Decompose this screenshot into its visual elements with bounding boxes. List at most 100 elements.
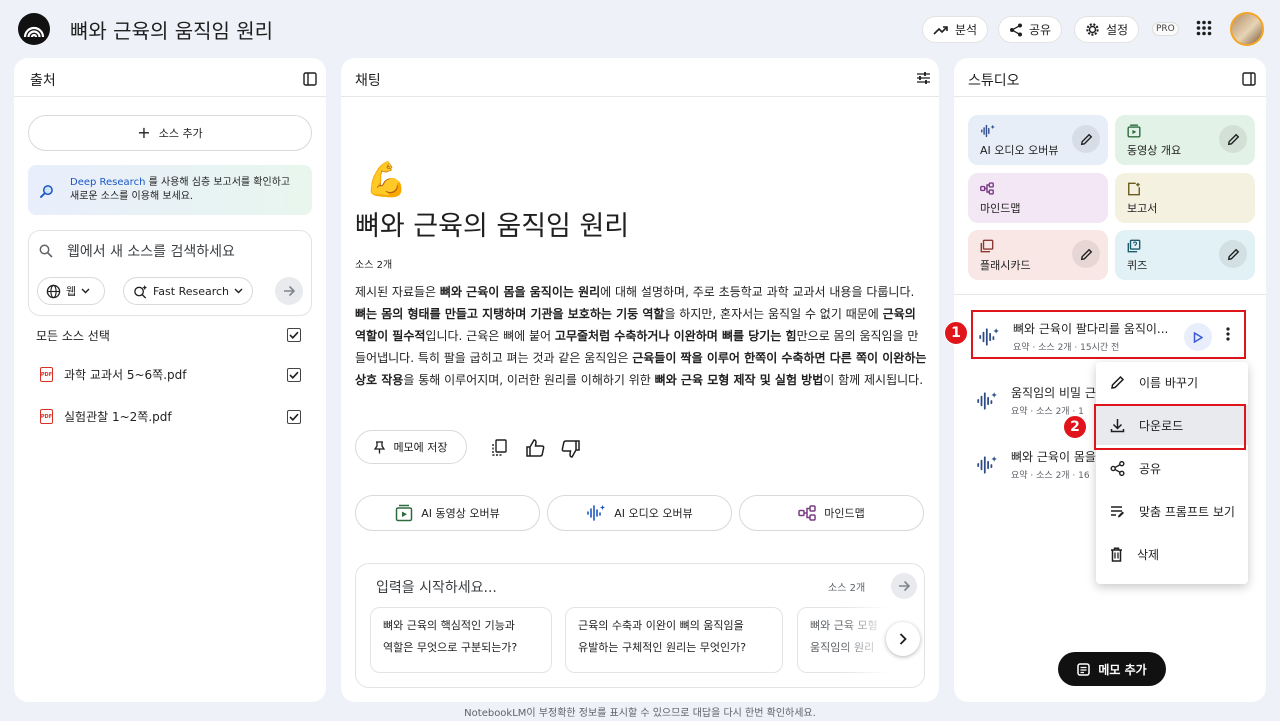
collapse-panel-icon[interactable] — [303, 72, 317, 86]
share-button[interactable]: 공유 — [998, 16, 1063, 43]
tune-icon[interactable] — [916, 71, 931, 85]
menu-item-delete[interactable]: 삭제 — [1096, 534, 1248, 574]
suggestion-chip[interactable]: 뼈와 근육의 핵심적인 기능과 역할은 무엇으로 구분되는가? — [370, 607, 552, 673]
apps-grid-icon[interactable] — [1196, 20, 1212, 36]
audio-waveform-icon — [587, 505, 606, 521]
sources-panel: 출처 + 소스 추가 Deep Research 를 사용해 심층 보고서를 확… — [14, 58, 326, 702]
play-button[interactable] — [1184, 323, 1212, 351]
add-source-button[interactable]: + 소스 추가 — [28, 115, 312, 151]
edit-button[interactable] — [1072, 125, 1100, 153]
more-vert-icon[interactable] — [1226, 327, 1230, 341]
share-icon — [1010, 23, 1022, 36]
quiz-icon — [1127, 239, 1141, 253]
pencil-icon — [1080, 133, 1092, 145]
web-search-box: 웹에서 새 소스를 검색하세요 웹 Fast Research — [28, 230, 312, 316]
note-title: 뼈와 근육이 몸을 — [1011, 450, 1096, 464]
suggestion-line: 뼈와 근육의 핵심적인 기능과 — [383, 619, 515, 632]
summary-text: 을 통해 이루어지며, 이러한 원리를 이해하기 위한 — [403, 373, 655, 387]
menu-item-view-prompt[interactable]: 맞춤 프롬프트 보기 — [1096, 491, 1248, 531]
edit-button[interactable] — [1219, 240, 1247, 268]
chip-audio-overview[interactable]: AI 오디오 오버뷰 — [547, 495, 732, 531]
settings-button[interactable]: 설정 — [1074, 16, 1140, 43]
studio-tile-mindmap[interactable]: 마인드맵 — [968, 173, 1108, 223]
select-all-label: 모든 소스 선택 — [36, 329, 110, 343]
add-note-button[interactable]: 메모 추가 — [1058, 652, 1166, 686]
chevron-down-icon — [81, 288, 90, 294]
studio-tile-report[interactable]: 보고서 — [1115, 173, 1255, 223]
suggestions-next-button[interactable] — [886, 622, 920, 656]
summary-text: 에 대해 설명하며, 주로 초등학교 과학 교과서 내용을 다룹니다. — [600, 285, 915, 299]
summary-bold-text: 뼈와 근육이 몸을 움직이는 원리 — [439, 285, 601, 299]
source-row[interactable]: PDF 실험관찰 1~2쪽.pdf — [28, 402, 318, 432]
chat-input[interactable]: 입력을 시작하세요... — [376, 577, 497, 597]
chevron-right-icon — [899, 633, 907, 645]
edit-button[interactable] — [1072, 240, 1100, 268]
notebook-title[interactable]: 뼈와 근육의 움직임 원리 — [70, 15, 273, 44]
arrow-right-icon — [283, 285, 295, 297]
note-row[interactable]: 뼈와 근육이 몸을 요약 · 소스 2개 · 16 — [971, 440, 1101, 489]
chip-video-overview[interactable]: AI 동영상 오버뷰 — [355, 495, 540, 531]
prompt-icon — [1111, 505, 1124, 517]
analyze-button[interactable]: 분석 — [922, 16, 989, 43]
fast-research-dropdown[interactable]: Fast Research — [123, 277, 253, 305]
suggestion-line: 근육의 수축과 이완이 뼈의 움직임을 — [578, 619, 744, 632]
studio-tile-video[interactable]: 동영상 개요 — [1115, 115, 1255, 165]
source-checkbox[interactable] — [287, 410, 301, 424]
pdf-icon: PDF — [40, 409, 53, 424]
composer-source-count: 소스 2개 — [828, 583, 866, 594]
tile-label: 퀴즈 — [1127, 259, 1148, 272]
suggestion-chip[interactable]: 근육의 수축과 이완이 뼈의 움직임을 유발하는 구체적인 원리는 무엇인가? — [565, 607, 783, 673]
pencil-icon — [1080, 248, 1092, 260]
web-label: 웹 — [66, 285, 77, 298]
menu-item-rename[interactable]: 이름 바꾸기 — [1096, 362, 1248, 402]
flexed-bicep-emoji: 💪 — [365, 160, 408, 200]
source-checkbox[interactable] — [287, 368, 301, 382]
note-add-icon — [1077, 662, 1091, 676]
annotation-badge-1: 1 — [944, 321, 968, 345]
chat-title: 채팅 — [355, 73, 381, 89]
thumbs-up-icon[interactable] — [526, 439, 545, 457]
edit-button[interactable] — [1219, 125, 1247, 153]
pencil-icon — [1227, 133, 1239, 145]
web-dropdown[interactable]: 웹 — [37, 277, 105, 305]
web-search-input[interactable]: 웹에서 새 소스를 검색하세요 — [67, 241, 235, 261]
add-source-label: 소스 추가 — [158, 127, 203, 140]
pin-icon — [374, 440, 386, 453]
send-button[interactable] — [891, 573, 917, 599]
note-row-selected[interactable]: 뼈와 근육이 팔다리를 움직이... 요약 · 소스 2개 · 15시간 전 — [971, 310, 1246, 359]
source-count: 소스 2개 — [355, 260, 393, 271]
summary-bold-text: 뼈는 몸의 형태를 만들고 지탱하며 기관을 보호하는 기둥 역할 — [355, 307, 665, 321]
share-icon — [1110, 460, 1125, 476]
avatar[interactable] — [1230, 12, 1264, 46]
copy-icon[interactable] — [491, 439, 508, 457]
analyze-label: 분석 — [955, 23, 978, 37]
settings-label: 설정 — [1106, 23, 1129, 37]
collapse-panel-icon[interactable] — [1242, 72, 1256, 86]
tile-label: 마인드맵 — [980, 202, 1021, 215]
chip-mind-map[interactable]: 마인드맵 — [739, 495, 924, 531]
deep-research-link[interactable]: Deep Research — [70, 177, 145, 188]
studio-tile-flashcard[interactable]: 플래시카드 — [968, 230, 1108, 280]
magnifier-icon — [39, 185, 53, 199]
thumbs-down-icon[interactable] — [561, 440, 580, 458]
notebooklm-logo[interactable] — [18, 13, 50, 45]
menu-item-share[interactable]: 공유 — [1096, 448, 1248, 488]
globe-icon — [46, 284, 61, 298]
deep-research-banner[interactable]: Deep Research 를 사용해 심층 보고서를 확인하고 새로운 소스를… — [28, 165, 312, 215]
tile-label: AI 오디오 오버뷰 — [980, 144, 1059, 157]
search-submit-button[interactable] — [275, 277, 303, 305]
audio-icon — [980, 124, 996, 138]
note-context-menu: 이름 바꾸기 다운로드 공유 맞춤 프롬프트 보기 삭제 — [1096, 362, 1248, 584]
select-all-checkbox[interactable] — [287, 328, 301, 342]
studio-tile-quiz[interactable]: 퀴즈 — [1115, 230, 1255, 280]
suggestion-line: 역할은 무엇으로 구분되는가? — [383, 641, 518, 654]
top-bar: 뼈와 근육의 움직임 원리 분석 공유 설정 PRO — [0, 0, 1280, 58]
audio-waveform-icon — [979, 328, 999, 346]
source-row[interactable]: PDF 과학 교과서 5~6쪽.pdf — [28, 360, 318, 390]
save-to-note-button[interactable]: 메모에 저장 — [355, 430, 467, 464]
highlight-download — [1094, 404, 1246, 450]
annotation-badge-2: 2 — [1063, 415, 1087, 439]
studio-tile-audio[interactable]: AI 오디오 오버뷰 — [968, 115, 1108, 165]
studio-title: 스튜디오 — [968, 73, 1020, 89]
chip-label: AI 오디오 오버뷰 — [614, 507, 693, 520]
